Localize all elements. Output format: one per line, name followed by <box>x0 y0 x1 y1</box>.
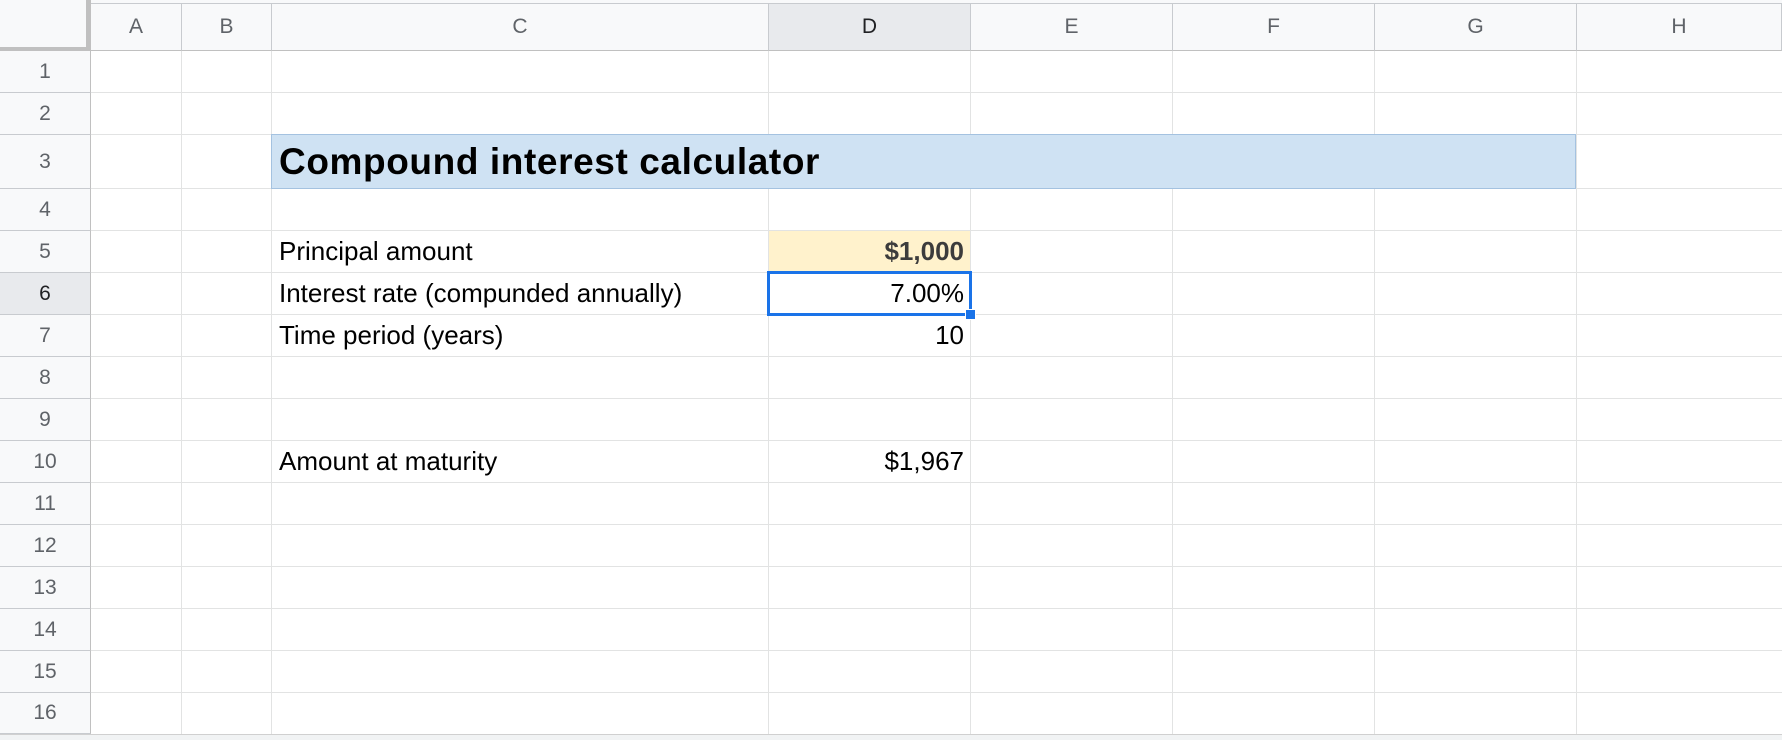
gridline-horizontal <box>91 650 1782 651</box>
row-header-3[interactable]: 3 <box>0 135 91 189</box>
column-header-b[interactable]: B <box>182 4 272 51</box>
column-header-a[interactable]: A <box>91 4 182 51</box>
row-header-9[interactable]: 9 <box>0 399 91 441</box>
column-header-d[interactable]: D <box>769 4 971 51</box>
row-header-5[interactable]: 5 <box>0 231 91 273</box>
row-header-11[interactable]: 11 <box>0 483 91 525</box>
row-header-2[interactable]: 2 <box>0 93 91 135</box>
row-header-16[interactable]: 16 <box>0 693 91 734</box>
principal-label-cell-c5[interactable]: Principal amount <box>272 231 768 272</box>
maturity-label-cell-c10[interactable]: Amount at maturity <box>272 441 768 482</box>
gridline-horizontal <box>91 608 1782 609</box>
column-header-f[interactable]: F <box>1173 4 1375 51</box>
column-header-h[interactable]: H <box>1577 4 1782 51</box>
row-header-7[interactable]: 7 <box>0 315 91 357</box>
period-label-cell-c7[interactable]: Time period (years) <box>272 315 768 356</box>
gridline-horizontal <box>91 398 1782 399</box>
column-header-e[interactable]: E <box>971 4 1173 51</box>
gridline-vertical <box>1576 51 1577 734</box>
row-header-10[interactable]: 10 <box>0 441 91 483</box>
spreadsheet-grid[interactable]: A B C D E F G H 1 2 3 4 5 6 7 8 9 10 11 … <box>0 0 1782 740</box>
rate-label-cell-c6[interactable]: Interest rate (compunded annually) <box>272 273 768 314</box>
bottom-edge-strip <box>0 734 1782 740</box>
maturity-value-cell-d10[interactable]: $1,967 <box>769 441 970 482</box>
rate-value-cell-d6[interactable]: 7.00% <box>769 273 970 314</box>
column-header-c[interactable]: C <box>272 4 769 51</box>
column-header-g[interactable]: G <box>1375 4 1577 51</box>
row-header-4[interactable]: 4 <box>0 189 91 231</box>
row-header-6[interactable]: 6 <box>0 273 91 315</box>
gridline-vertical <box>181 51 182 734</box>
row-header-14[interactable]: 14 <box>0 609 91 651</box>
row-header-15[interactable]: 15 <box>0 651 91 693</box>
gridline-horizontal <box>91 524 1782 525</box>
title-cell-c3[interactable]: Compound interest calculator <box>271 134 1576 189</box>
select-all-corner[interactable] <box>0 0 91 51</box>
gridline-horizontal <box>91 482 1782 483</box>
row-header-1[interactable]: 1 <box>0 51 91 93</box>
fill-handle[interactable] <box>965 309 976 320</box>
gridline-horizontal <box>91 92 1782 93</box>
row-header-12[interactable]: 12 <box>0 525 91 567</box>
gridline-horizontal <box>91 566 1782 567</box>
gridline-horizontal <box>91 692 1782 693</box>
row-header-8[interactable]: 8 <box>0 357 91 399</box>
period-value-cell-d7[interactable]: 10 <box>769 315 970 356</box>
principal-value-cell-d5[interactable]: $1,000 <box>769 231 970 272</box>
row-header-13[interactable]: 13 <box>0 567 91 609</box>
gridline-horizontal <box>91 356 1782 357</box>
